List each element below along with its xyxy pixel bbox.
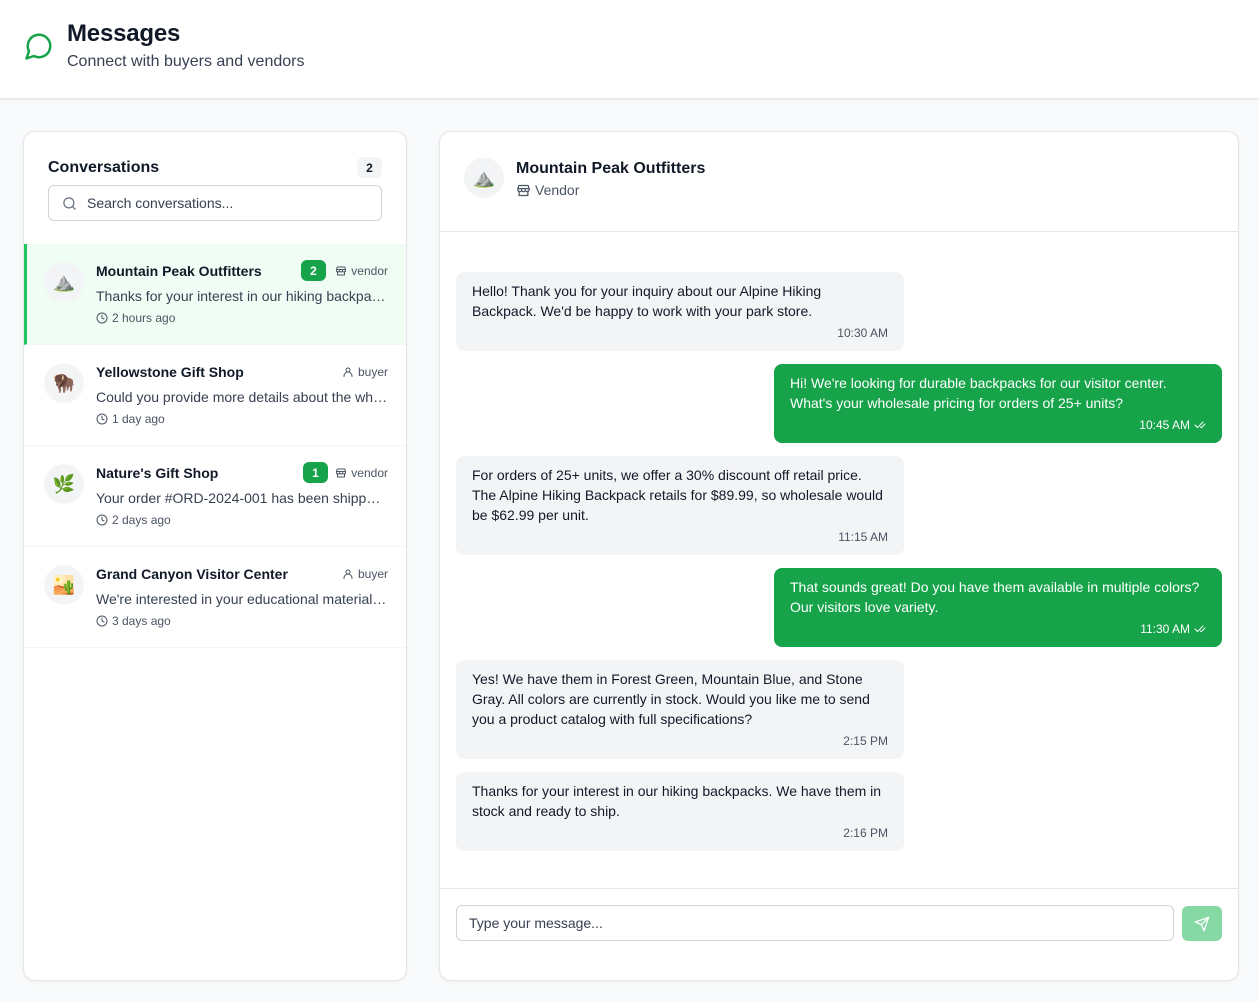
conversation-item-natures-gift-shop[interactable]: 🌿 Nature's Gift Shop 1 vendor Your order…: [24, 446, 406, 547]
role-label: Vendor: [535, 182, 580, 198]
role-label: buyer: [357, 365, 388, 379]
search-input[interactable]: [87, 186, 377, 220]
message-list: Hello! Thank you for your inquiry about …: [440, 232, 1238, 888]
conversation-item-yellowstone-gift-shop[interactable]: 🦬 Yellowstone Gift Shop buyer Could you …: [24, 345, 406, 446]
message-circle-icon: [25, 33, 52, 60]
conversation-item-grand-canyon-visitor-center[interactable]: 🏜️ Grand Canyon Visitor Center buyer We'…: [24, 547, 406, 648]
conversation-time: 2 hours ago: [96, 311, 175, 325]
message-text: Yes! We have them in Forest Green, Mount…: [472, 671, 870, 727]
message-bubble: That sounds great! Do you have them avai…: [774, 568, 1222, 647]
message-text: Hi! We're looking for durable backpacks …: [790, 375, 1167, 411]
avatar: ⛰️: [44, 262, 84, 302]
conversation-item-mountain-peak-outfitters[interactable]: ⛰️ Mountain Peak Outfitters 2 vendor Tha…: [24, 244, 406, 345]
role-tag: vendor: [335, 466, 388, 480]
message-text: That sounds great! Do you have them avai…: [790, 579, 1200, 615]
search-icon: [63, 197, 76, 210]
app-header: Messages Connect with buyers and vendors: [0, 0, 1259, 99]
time-label: 2:16 PM: [843, 826, 888, 840]
double-check-icon: [1194, 421, 1206, 429]
avatar: 🌿: [44, 464, 84, 504]
chat-contact-name: Mountain Peak Outfitters: [516, 160, 706, 177]
time-label: 10:45 AM: [1139, 418, 1190, 432]
conversation-time: 2 days ago: [96, 513, 171, 527]
role-tag: vendor: [335, 264, 388, 278]
unread-badge: 2: [301, 260, 326, 281]
clock-icon: [96, 615, 108, 627]
conversation-preview: Could you provide more details about the…: [96, 389, 388, 405]
avatar: 🦬: [44, 363, 84, 403]
user-icon: [343, 367, 353, 377]
time-label: 11:30 AM: [1140, 622, 1190, 636]
chat-panel: ⛰️ Mountain Peak Outfitters Vendor Hello…: [439, 131, 1239, 981]
time-label: 3 days ago: [112, 614, 171, 628]
conversation-time: 3 days ago: [96, 614, 171, 628]
conversation-preview: Your order #ORD-2024-001 has been shippe…: [96, 490, 388, 506]
message-time: 11:15 AM: [472, 527, 888, 547]
role-tag: buyer: [342, 567, 388, 581]
role-tag: buyer: [342, 365, 388, 379]
message-text: For orders of 25+ units, we offer a 30% …: [472, 467, 883, 523]
message-time: 2:16 PM: [472, 823, 888, 843]
time-label: 2:15 PM: [843, 734, 888, 748]
send-button[interactable]: [1182, 906, 1222, 941]
page-title: Messages: [67, 20, 181, 47]
store-icon: [336, 266, 347, 276]
clock-icon: [96, 413, 108, 425]
message-bubble: Hi! We're looking for durable backpacks …: [774, 364, 1222, 443]
conversation-name: Mountain Peak Outfitters: [96, 263, 262, 279]
time-label: 2 hours ago: [112, 311, 176, 325]
message-text: Hello! Thank you for your inquiry about …: [472, 283, 822, 319]
conversation-name: Yellowstone Gift Shop: [96, 364, 244, 380]
message-time: 2:15 PM: [472, 731, 888, 751]
avatar: 🏜️: [44, 565, 84, 605]
search-box: [48, 185, 382, 221]
double-check-icon: [1194, 625, 1206, 633]
conversation-preview: Thanks for your interest in our hiking b…: [96, 288, 388, 304]
message-bubble: Yes! We have them in Forest Green, Mount…: [456, 660, 904, 759]
time-label: 2 days ago: [112, 513, 171, 527]
conversation-preview: We're interested in your educational mat…: [96, 591, 388, 607]
message-bubble: Thanks for your interest in our hiking b…: [456, 772, 904, 851]
avatar: ⛰️: [464, 158, 504, 198]
message-composer: [440, 888, 1238, 980]
time-label: 1 day ago: [112, 412, 165, 426]
time-label: 11:15 AM: [838, 530, 888, 544]
message-input[interactable]: [456, 905, 1174, 941]
role-label: vendor: [351, 264, 388, 278]
conversation-name: Grand Canyon Visitor Center: [96, 566, 288, 582]
message-text: Thanks for your interest in our hiking b…: [472, 783, 882, 819]
time-label: 10:30 AM: [837, 326, 888, 340]
role-label: buyer: [357, 567, 388, 581]
message-bubble: For orders of 25+ units, we offer a 30% …: [456, 456, 904, 555]
clock-icon: [96, 514, 108, 526]
store-icon: [517, 184, 530, 196]
conversations-title: Conversations: [48, 159, 160, 176]
role-label: vendor: [351, 466, 388, 480]
message-time: 11:30 AM: [790, 619, 1206, 639]
conversation-time: 1 day ago: [96, 412, 165, 426]
conversation-name: Nature's Gift Shop: [96, 465, 219, 481]
conversations-panel: Conversations 2 ⛰️ Mountain Peak Outfitt…: [23, 131, 407, 981]
page-subtitle: Connect with buyers and vendors: [67, 53, 305, 70]
conversations-count-badge: 2: [357, 157, 382, 178]
chat-contact-role: Vendor: [516, 182, 579, 198]
clock-icon: [96, 312, 108, 324]
conversation-list: ⛰️ Mountain Peak Outfitters 2 vendor Tha…: [24, 244, 406, 648]
chat-header: ⛰️ Mountain Peak Outfitters Vendor: [440, 132, 1238, 232]
store-icon: [336, 468, 347, 478]
message-time: 10:45 AM: [790, 415, 1206, 435]
unread-badge: 1: [303, 462, 328, 483]
message-time: 10:30 AM: [472, 323, 888, 343]
send-icon: [1194, 916, 1210, 931]
message-bubble: Hello! Thank you for your inquiry about …: [456, 272, 904, 351]
user-icon: [343, 569, 353, 579]
